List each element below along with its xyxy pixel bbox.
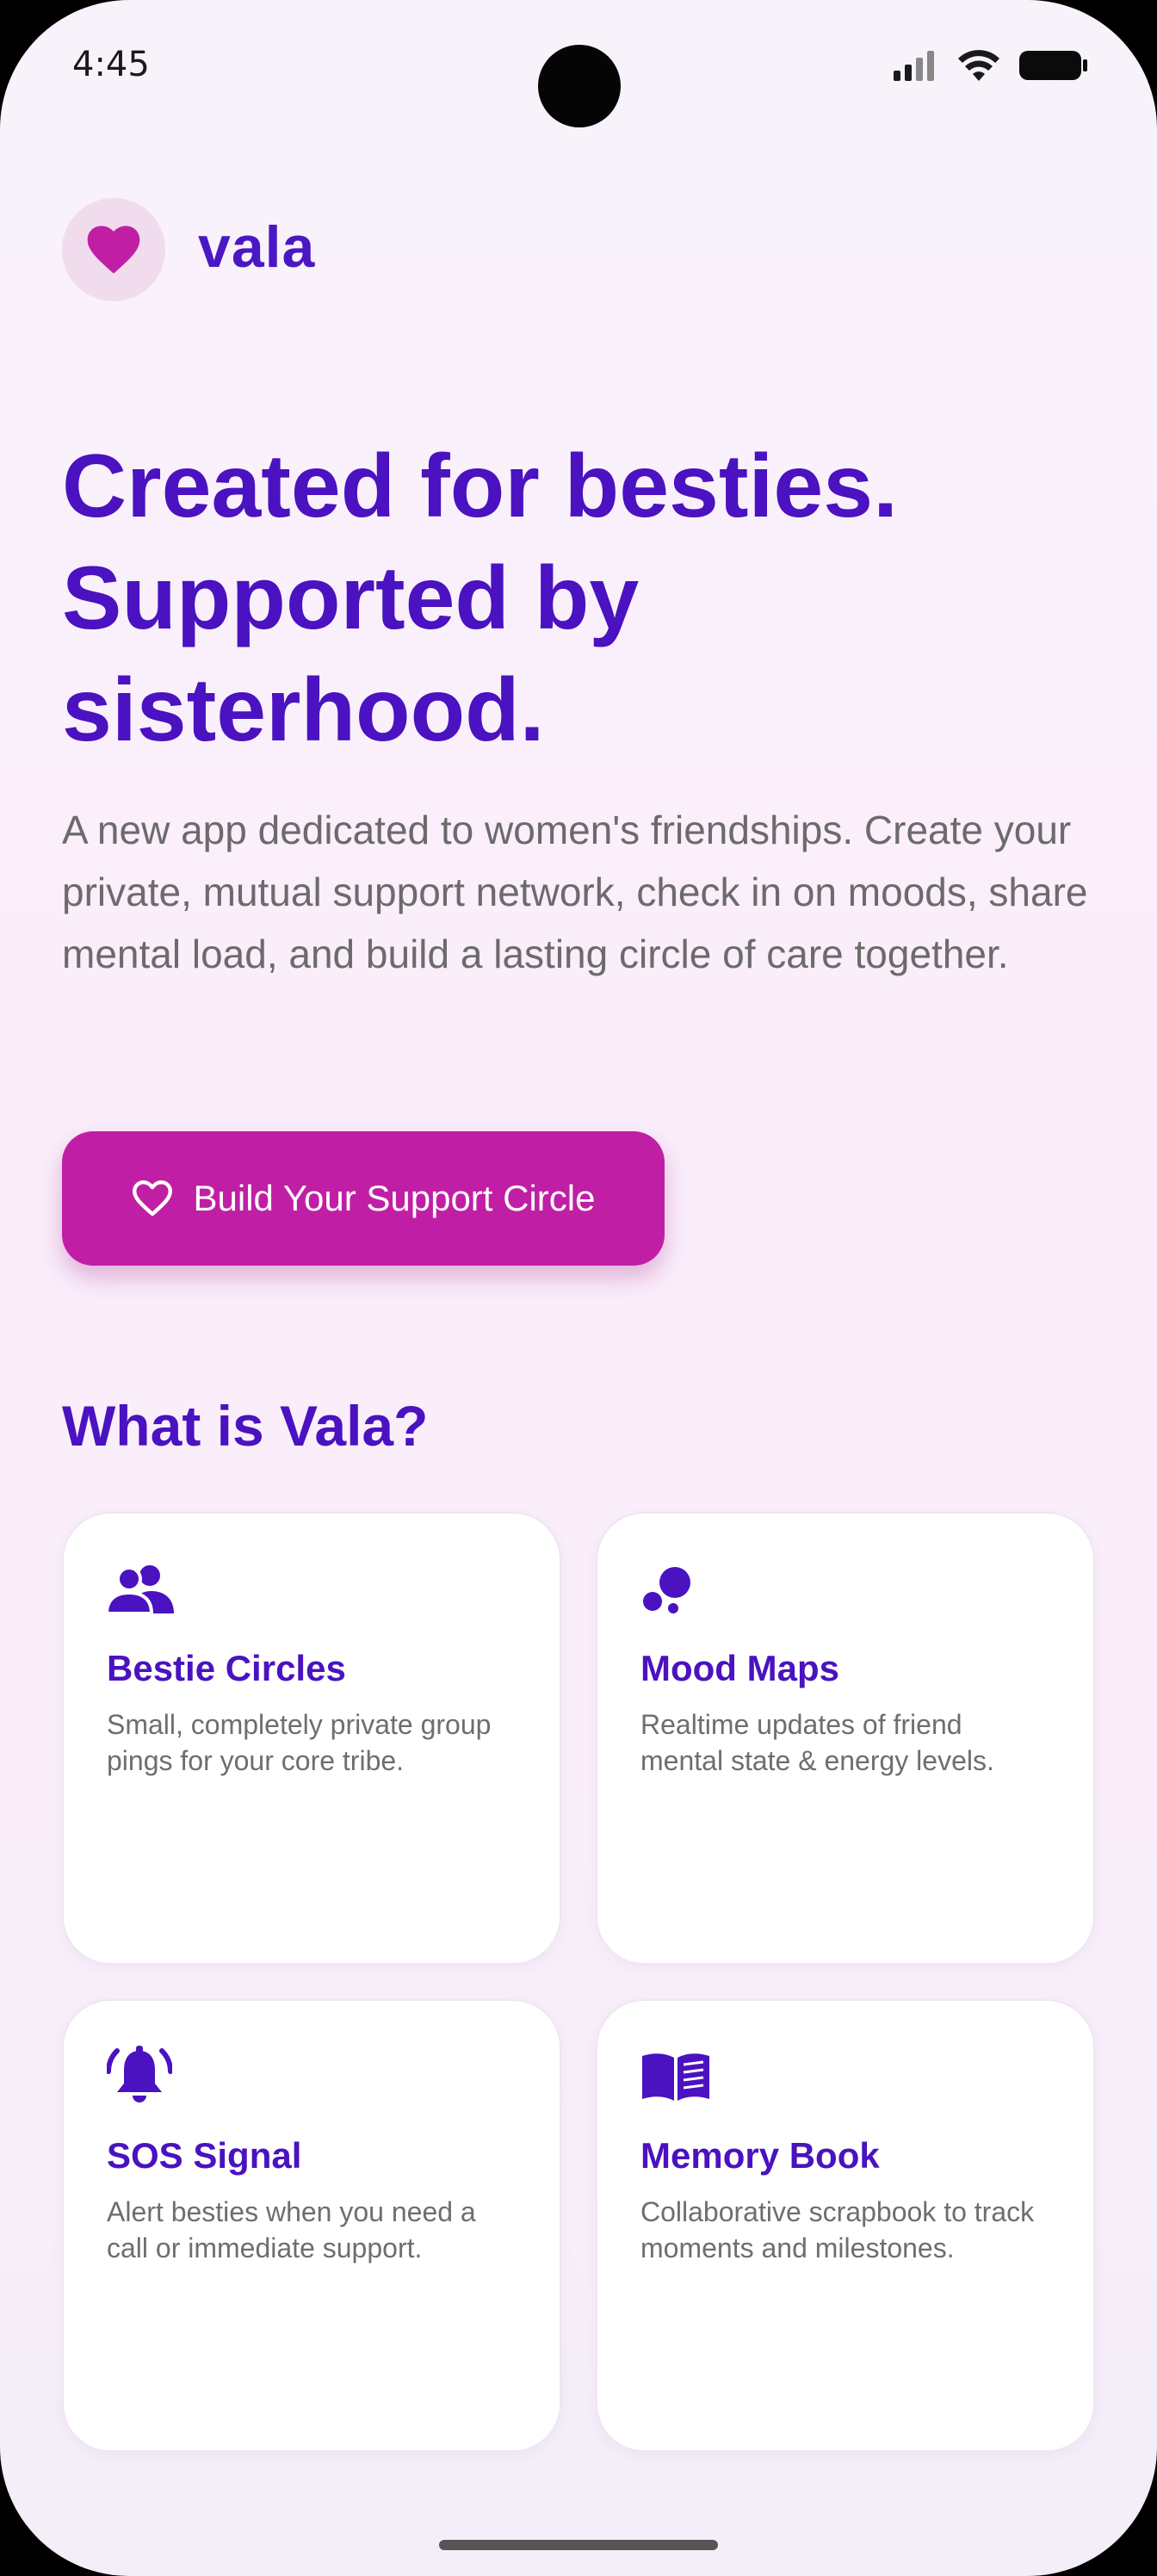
feature-title: SOS Signal [107, 2135, 302, 2176]
feature-title: Memory Book [640, 2135, 880, 2176]
build-support-circle-button[interactable]: Build Your Support Circle [62, 1131, 665, 1266]
book-icon [642, 2053, 709, 2101]
feature-title: Bestie Circles [107, 1648, 346, 1688]
camera-cutout [538, 45, 621, 127]
feature-card-mood-maps[interactable]: Mood Maps Realtime updates of friend men… [596, 1512, 1095, 1965]
status-icons [894, 48, 1088, 83]
feature-card-memory-book[interactable]: Memory Book Collaborative scrapbook to t… [596, 1999, 1095, 2452]
hero-title-line: Supported by [62, 548, 640, 648]
hero-title-line: sisterhood. [62, 660, 545, 760]
feature-description: Collaborative scrapbook to track moments… [640, 2196, 1035, 2263]
phone-screen: 4:45 vala Created for besties. Supported… [0, 0, 1157, 2576]
brand-name: vala [198, 214, 316, 280]
hero-title-line: Created for besties. [62, 437, 898, 536]
status-time: 4:45 [72, 45, 150, 84]
group-icon [107, 1565, 174, 1615]
section-title: What is Vala? [62, 1394, 429, 1458]
battery-icon [1019, 51, 1087, 80]
logo [62, 198, 165, 301]
heart-icon [87, 226, 140, 274]
heart-outline-icon [132, 1180, 172, 1217]
feature-description: Small, completely private group pings fo… [107, 1709, 492, 1776]
hero-subtitle: A new app dedicated to women's friendshi… [62, 808, 1088, 976]
cta-label: Build Your Support Circle [193, 1178, 596, 1218]
home-indicator[interactable] [439, 2540, 718, 2550]
wifi-icon [958, 50, 999, 81]
feature-card-bestie-circles[interactable]: Bestie Circles Small, completely private… [62, 1512, 561, 1965]
feature-description: Realtime updates of friend mental state … [640, 1709, 994, 1776]
feature-card-sos-signal[interactable]: SOS Signal Alert besties when you need a… [62, 1999, 561, 2452]
bubbles-icon [643, 1567, 690, 1613]
bell-icon [107, 2046, 172, 2102]
feature-description: Alert besties when you need a call or im… [107, 2196, 476, 2263]
signal-icon [894, 51, 934, 81]
feature-title: Mood Maps [640, 1648, 839, 1688]
hero-title: Created for besties. Supported by sister… [62, 430, 1095, 766]
